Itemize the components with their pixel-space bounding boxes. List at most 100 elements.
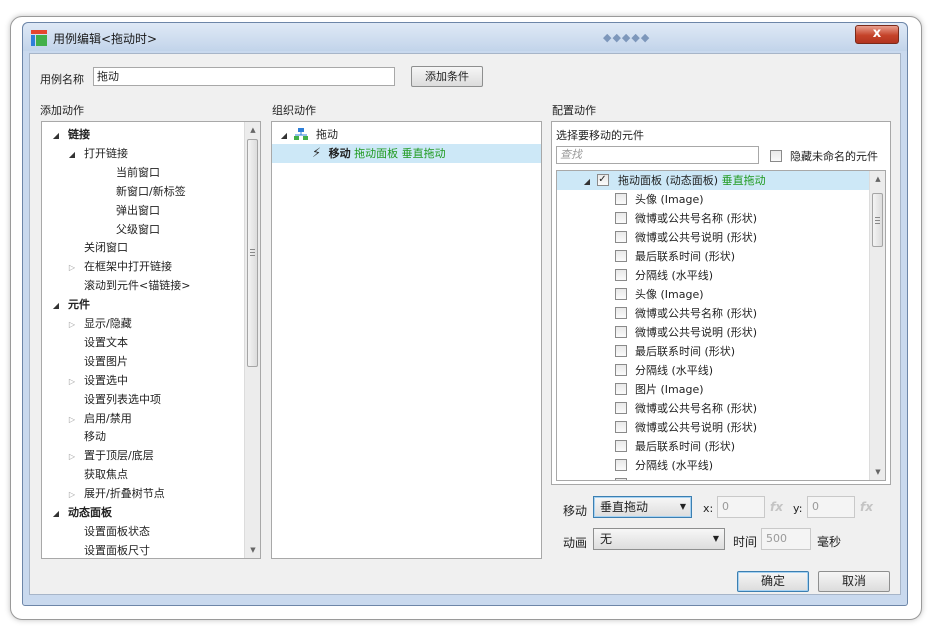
hide-unnamed-option[interactable]: 隐藏未命名的元件: [770, 148, 878, 164]
widget-checkbox[interactable]: [615, 212, 627, 224]
add-action-item[interactable]: ▷ 置于顶层/底层: [42, 446, 242, 465]
widget-checkbox[interactable]: [615, 440, 627, 452]
widget-root-suffix: 垂直拖动: [721, 174, 766, 187]
widget-checkbox[interactable]: [615, 402, 627, 414]
widget-checkbox[interactable]: [615, 421, 627, 433]
add-action-item[interactable]: ◢ 动态面板: [42, 503, 242, 522]
widget-item[interactable]: 分隔线 (水平线): [557, 361, 869, 380]
expand-icon[interactable]: ▷: [66, 485, 78, 504]
x-fx-icon[interactable]: fx: [770, 500, 783, 514]
scroll-up-icon[interactable]: ▲: [245, 122, 260, 138]
widget-item[interactable]: 最后联系时间 (形状): [557, 247, 869, 266]
widget-checkbox[interactable]: [615, 383, 627, 395]
expand-icon[interactable]: ▷: [66, 447, 78, 466]
cancel-button[interactable]: 取消: [818, 571, 890, 592]
add-action-item[interactable]: ▷ 启用/禁用: [42, 409, 242, 428]
expand-icon[interactable]: ◢: [581, 172, 593, 191]
widget-checkbox[interactable]: [615, 307, 627, 319]
case-name-input[interactable]: 拖动: [93, 67, 395, 86]
widget-checkbox[interactable]: [615, 345, 627, 357]
move-action-node[interactable]: ⚡ 移动 拖动面板 垂直拖动: [272, 144, 541, 163]
widget-item[interactable]: 头像 (Image): [557, 285, 869, 304]
scrollbar-thumb[interactable]: [872, 193, 883, 247]
expand-icon[interactable]: ▷: [66, 410, 78, 429]
animation-select[interactable]: 无 ▼: [593, 528, 725, 550]
widget-checkbox[interactable]: [615, 459, 627, 471]
add-action-item[interactable]: 设置面板尺寸: [42, 541, 242, 558]
expand-icon[interactable]: ▷: [66, 315, 78, 334]
widget-item[interactable]: 微博或公共号名称 (形状): [557, 399, 869, 418]
widget-checkbox[interactable]: [615, 326, 627, 338]
move-type-select[interactable]: 垂直拖动 ▼: [593, 496, 692, 518]
widget-item[interactable]: 微博或公共号名称 (形状): [557, 304, 869, 323]
collapse-icon[interactable]: ◢: [50, 296, 62, 315]
add-action-item[interactable]: 新窗口/新标签: [42, 182, 242, 201]
time-input[interactable]: 500: [761, 528, 811, 550]
add-action-item[interactable]: 设置面板状态: [42, 522, 242, 541]
y-input[interactable]: 0: [807, 496, 855, 518]
add-action-item[interactable]: 滚动到元件<锚链接>: [42, 276, 242, 295]
add-action-item[interactable]: 设置列表选中项: [42, 390, 242, 409]
collapse-icon[interactable]: ◢: [50, 504, 62, 523]
add-action-item[interactable]: 设置文本: [42, 333, 242, 352]
scroll-down-icon[interactable]: ▼: [245, 542, 260, 558]
collapse-icon[interactable]: ◢: [66, 145, 78, 164]
widget-item[interactable]: 头像 (Image): [557, 190, 869, 209]
add-action-item[interactable]: 关闭窗口: [42, 238, 242, 257]
expand-icon[interactable]: ◢: [278, 126, 290, 145]
widget-item[interactable]: 微博或公共号说明 (形状): [557, 228, 869, 247]
widget-item[interactable]: 最后联系时间 (形状): [557, 437, 869, 456]
add-action-item[interactable]: ▷ 设置选中: [42, 371, 242, 390]
widget-item[interactable]: 图片 (Image): [557, 380, 869, 399]
widget-root-node[interactable]: ◢ ✓ 拖动面板 (动态面板) 垂直拖动: [557, 171, 869, 190]
widget-root-checkbox[interactable]: ✓: [596, 174, 609, 186]
organize-actions-tree[interactable]: ◢ 拖动 ⚡ 移动 拖动面板 垂直拖动: [271, 121, 542, 559]
widget-item[interactable]: 分隔线 (水平线): [557, 456, 869, 475]
widget-checkbox[interactable]: [615, 269, 627, 281]
ok-button[interactable]: 确定: [737, 571, 809, 592]
add-action-item[interactable]: ▷ 展开/折叠树节点: [42, 484, 242, 503]
add-action-item[interactable]: 移动: [42, 427, 242, 446]
widget-item[interactable]: 最后联系时间 (形状): [557, 342, 869, 361]
widget-checkbox[interactable]: [615, 364, 627, 376]
widget-item[interactable]: 微博或公共号说明 (形状): [557, 323, 869, 342]
case-node[interactable]: ◢ 拖动: [278, 125, 538, 144]
widget-tree[interactable]: ◢ ✓ 拖动面板 (动态面板) 垂直拖动 头像 (Image) 微博或公共号名称 …: [556, 170, 886, 481]
add-actions-scrollbar[interactable]: ▲ ▼: [244, 122, 260, 558]
add-action-item[interactable]: 父级窗口: [42, 220, 242, 239]
scroll-up-icon[interactable]: ▲: [870, 171, 885, 187]
widget-tree-scrollbar[interactable]: ▲ ▼: [869, 171, 885, 480]
scroll-down-icon[interactable]: ▼: [870, 464, 885, 480]
add-action-item[interactable]: 弹出窗口: [42, 201, 242, 220]
y-fx-icon[interactable]: fx: [860, 500, 873, 514]
close-button[interactable]: x: [855, 25, 899, 44]
add-action-label: 设置图片: [84, 354, 128, 368]
add-action-item[interactable]: 设置图片: [42, 352, 242, 371]
widget-item[interactable]: 微博或公共号说明 (形状): [557, 418, 869, 437]
widget-checkbox[interactable]: [615, 250, 627, 262]
widget-item[interactable]: 微博或公共号名称 (形状): [557, 209, 869, 228]
widget-checkbox[interactable]: [615, 193, 627, 205]
widget-checkbox[interactable]: [615, 231, 627, 243]
add-action-item[interactable]: ◢ 打开链接: [42, 144, 242, 163]
add-action-item[interactable]: ◢ 元件: [42, 295, 242, 314]
add-action-item[interactable]: ▷ 显示/隐藏: [42, 314, 242, 333]
collapse-icon[interactable]: ◢: [50, 126, 62, 145]
add-actions-tree[interactable]: ◢ 链接 ◢ 打开链接 当前窗口 新窗口/新标签 弹出窗口 父级窗口 关闭窗口 ▷ 在框架中打开链接…: [41, 121, 261, 559]
add-action-item[interactable]: ▷ 在框架中打开链接: [42, 257, 242, 276]
hide-unnamed-checkbox[interactable]: [770, 150, 782, 162]
x-input[interactable]: 0: [717, 496, 765, 518]
title-bar[interactable]: 用例编辑<拖动时> ◆◆◆◆◆ x: [23, 23, 907, 51]
add-action-item[interactable]: 当前窗口: [42, 163, 242, 182]
widget-search-input[interactable]: 查找: [556, 146, 759, 164]
expand-icon[interactable]: ▷: [66, 372, 78, 391]
add-action-item[interactable]: 获取焦点: [42, 465, 242, 484]
widget-item[interactable]: 分隔线 (水平线): [557, 266, 869, 285]
expand-icon[interactable]: ▷: [66, 258, 78, 277]
scrollbar-thumb[interactable]: [247, 139, 258, 367]
add-action-item[interactable]: ◢ 链接: [42, 125, 242, 144]
add-condition-button[interactable]: 添加条件: [411, 66, 483, 87]
widget-item[interactable]: (Image): [557, 475, 869, 480]
widget-checkbox[interactable]: [615, 478, 627, 480]
widget-checkbox[interactable]: [615, 288, 627, 300]
